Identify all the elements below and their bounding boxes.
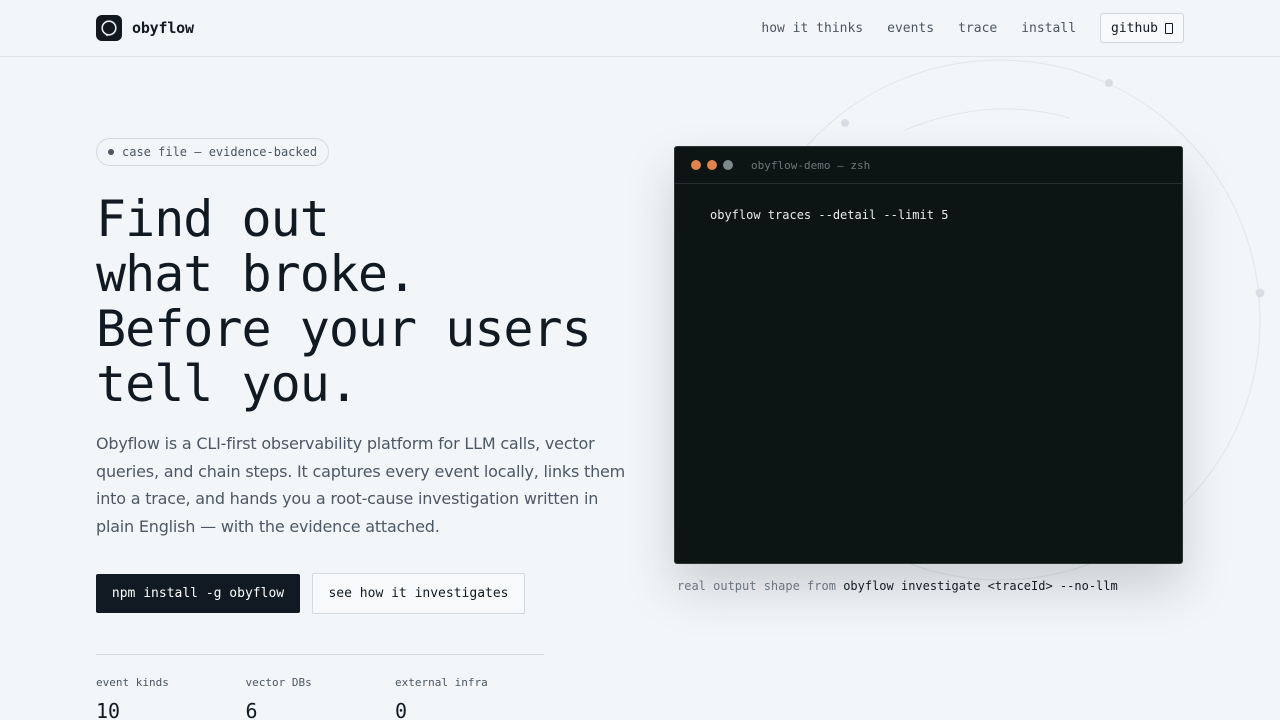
- hero-description: Obyflow is a CLI-first observability pla…: [96, 434, 626, 537]
- github-label: github: [1111, 20, 1158, 36]
- stat-label: external infra: [395, 676, 488, 689]
- site-header: obyflow how it thinks events trace insta…: [0, 0, 1280, 57]
- stat-value: 0: [395, 699, 408, 720]
- stat-label: event kinds: [96, 676, 169, 689]
- stat-value: 10: [96, 699, 121, 720]
- window-dot-icon: [723, 160, 733, 170]
- external-link-icon: [1165, 22, 1173, 34]
- terminal-titlebar: obyflow-demo — zsh: [675, 147, 1182, 184]
- terminal-command: obyflow traces --detail --limit 5: [710, 208, 949, 222]
- stats-divider: [96, 654, 544, 655]
- stat-label: vector DBs: [245, 676, 312, 689]
- headline-line: tell you.: [96, 355, 359, 413]
- headline-line: Find out: [96, 190, 330, 248]
- stat-value: 6: [245, 699, 258, 720]
- top-nav: how it thinks events trace install githu…: [761, 13, 1184, 43]
- badge-label: case file — evidence-backed: [122, 145, 318, 159]
- nav-link-how-it-thinks[interactable]: how it thinks: [761, 21, 863, 36]
- stat-vector-dbs: vector DBs 6: [246, 676, 396, 720]
- see-investigation-button[interactable]: see how it investigates: [312, 573, 525, 614]
- terminal-window: obyflow-demo — zsh obyflow traces --deta…: [674, 146, 1183, 564]
- stat-event-kinds: event kinds 10: [96, 676, 246, 720]
- nav-link-install[interactable]: install: [1021, 21, 1076, 36]
- logo-icon: [96, 15, 122, 41]
- window-dot-icon: [707, 160, 717, 170]
- stat-external-infra: external infra 0: [395, 676, 545, 720]
- case-file-badge: case file — evidence-backed: [96, 138, 330, 166]
- brand-name: obyflow: [132, 19, 194, 37]
- brand-logo[interactable]: obyflow: [96, 15, 194, 41]
- terminal-caption: real output shape from obyflow investiga…: [677, 579, 1118, 593]
- nav-link-events[interactable]: events: [887, 21, 934, 36]
- window-dot-icon: [691, 160, 701, 170]
- caption-prefix: real output shape from: [677, 579, 836, 593]
- badge-dot-icon: [108, 149, 114, 155]
- nav-link-trace[interactable]: trace: [958, 21, 997, 36]
- caption-code: obyflow investigate <traceId> --no-llm: [843, 579, 1118, 593]
- headline-line: Before your users: [96, 300, 592, 358]
- stats-row: event kinds 10 vector DBs 6 external inf…: [96, 676, 545, 720]
- hero-headline: Find out what broke. Before your users t…: [96, 192, 656, 412]
- terminal-title: obyflow-demo — zsh: [751, 158, 871, 172]
- headline-line: what broke.: [96, 245, 417, 303]
- install-command-button[interactable]: npm install -g obyflow: [96, 574, 300, 613]
- github-button[interactable]: github: [1100, 13, 1184, 43]
